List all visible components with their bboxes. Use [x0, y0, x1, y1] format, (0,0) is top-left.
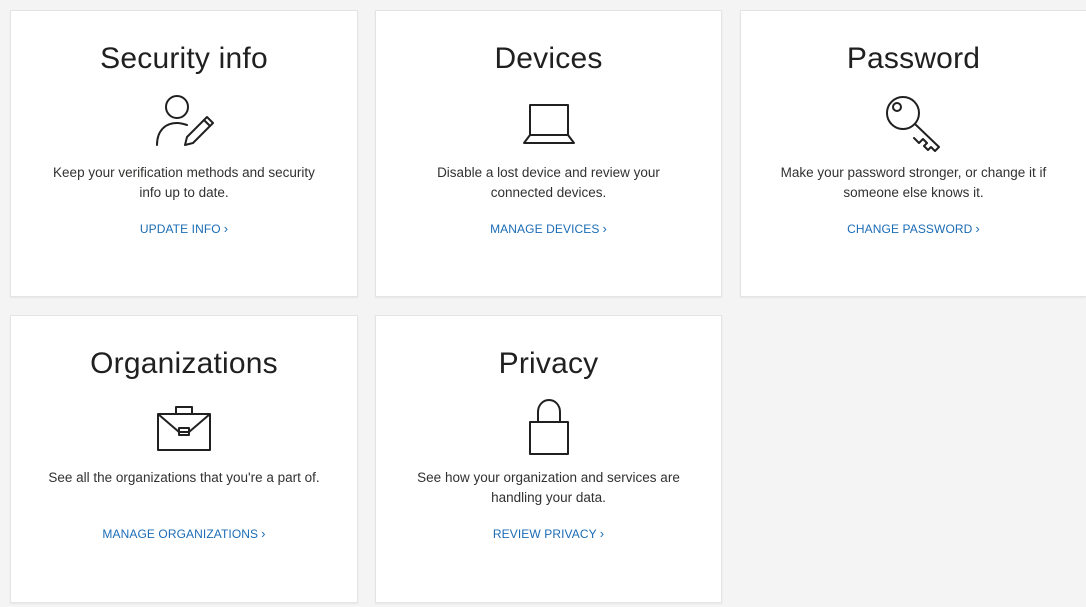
- privacy-card: Privacy See how your organization and se…: [375, 315, 722, 603]
- link-label[interactable]: MANAGE DEVICES: [490, 222, 599, 236]
- organizations-card: Organizations See all the organizations …: [10, 315, 358, 603]
- chevron-right-icon: ›: [975, 221, 980, 236]
- update-info-link[interactable]: UPDATE INFO ›: [11, 221, 357, 237]
- link-label[interactable]: REVIEW PRIVACY: [493, 527, 597, 541]
- card-description: Keep your verification methods and secur…: [53, 165, 315, 200]
- key-icon: [879, 87, 949, 157]
- security-info-card: Security info Keep your verification met…: [10, 10, 358, 297]
- card-description: See all the organizations that you're a …: [48, 470, 320, 485]
- briefcase-icon: [149, 392, 219, 462]
- manage-devices-link[interactable]: MANAGE DEVICES ›: [376, 221, 721, 237]
- link-label[interactable]: UPDATE INFO: [140, 222, 221, 236]
- card-description: Make your password stronger, or change i…: [780, 165, 1047, 200]
- person-edit-icon: [149, 87, 219, 157]
- devices-card: Devices Disable a lost device and review…: [375, 10, 722, 297]
- card-description: See how your organization and services a…: [417, 470, 680, 505]
- manage-organizations-link[interactable]: MANAGE ORGANIZATIONS ›: [11, 526, 357, 542]
- change-password-link[interactable]: CHANGE PASSWORD ›: [741, 221, 1086, 237]
- lock-icon: [514, 392, 584, 462]
- chevron-right-icon: ›: [599, 526, 605, 541]
- link-label[interactable]: MANAGE ORGANIZATIONS: [102, 527, 258, 541]
- card-description: Disable a lost device and review your co…: [437, 165, 660, 200]
- card-title: Devices: [494, 42, 603, 75]
- chevron-right-icon: ›: [602, 221, 607, 236]
- card-title: Privacy: [498, 347, 599, 380]
- card-title: Password: [846, 42, 981, 75]
- chevron-right-icon: ›: [261, 526, 266, 541]
- password-card: Password Make your password stronger, or…: [740, 10, 1086, 297]
- chevron-right-icon: ›: [223, 221, 229, 236]
- laptop-icon: [514, 87, 584, 157]
- review-privacy-link[interactable]: REVIEW PRIVACY ›: [376, 526, 721, 542]
- card-title: Organizations: [90, 347, 278, 380]
- link-label[interactable]: CHANGE PASSWORD: [847, 222, 972, 236]
- card-title: Security info: [100, 42, 268, 75]
